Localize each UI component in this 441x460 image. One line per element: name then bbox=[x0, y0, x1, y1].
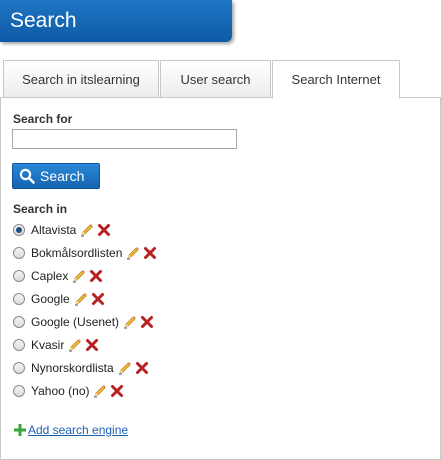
engine-row: Altavista bbox=[13, 221, 111, 239]
delete-x-icon[interactable] bbox=[85, 338, 99, 352]
engine-radio[interactable] bbox=[13, 362, 25, 374]
engine-radio[interactable] bbox=[13, 224, 25, 236]
engine-row: Google (Usenet) bbox=[13, 313, 154, 331]
engine-row: Bokmålsordlisten bbox=[13, 244, 157, 262]
tab-bar: Search in itslearning User search Search… bbox=[0, 60, 441, 99]
delete-x-icon[interactable] bbox=[140, 315, 154, 329]
tab-search-in-itslearning[interactable]: Search in itslearning bbox=[3, 60, 159, 98]
engine-row: Yahoo (no) bbox=[13, 382, 124, 400]
search-internet-panel: Search for Search Search in Altavista Bok… bbox=[0, 97, 441, 460]
engine-radio[interactable] bbox=[13, 293, 25, 305]
delete-x-icon[interactable] bbox=[91, 292, 105, 306]
engine-name: Kvasir bbox=[31, 338, 65, 352]
engine-row: Google bbox=[13, 290, 105, 308]
page-title: Search bbox=[0, 0, 232, 42]
search-in-label: Search in bbox=[13, 202, 68, 216]
engine-row: Kvasir bbox=[13, 336, 99, 354]
engine-name: Bokmålsordlisten bbox=[31, 246, 123, 260]
delete-x-icon[interactable] bbox=[143, 246, 157, 260]
engine-name: Yahoo (no) bbox=[31, 384, 90, 398]
search-button[interactable]: Search bbox=[12, 163, 100, 189]
add-search-engine-link[interactable]: Add search engine bbox=[28, 423, 128, 437]
add-search-engine-row: Add search engine bbox=[14, 423, 128, 437]
search-input[interactable] bbox=[12, 129, 237, 149]
engine-radio[interactable] bbox=[13, 270, 25, 282]
engine-radio[interactable] bbox=[13, 316, 25, 328]
pencil-icon[interactable] bbox=[68, 338, 82, 352]
tab-search-internet[interactable]: Search Internet bbox=[272, 60, 400, 99]
engine-name: Altavista bbox=[31, 223, 77, 237]
engine-name: Nynorskordlista bbox=[31, 361, 114, 375]
delete-x-icon[interactable] bbox=[97, 223, 111, 237]
engine-radio[interactable] bbox=[13, 339, 25, 351]
engine-name: Google bbox=[31, 292, 70, 306]
search-for-label: Search for bbox=[13, 112, 73, 126]
pencil-icon[interactable] bbox=[74, 292, 88, 306]
plus-icon bbox=[14, 424, 26, 436]
pencil-icon[interactable] bbox=[93, 384, 107, 398]
engine-name: Caplex bbox=[31, 269, 69, 283]
delete-x-icon[interactable] bbox=[89, 269, 103, 283]
pencil-icon[interactable] bbox=[123, 315, 137, 329]
delete-x-icon[interactable] bbox=[110, 384, 124, 398]
pencil-icon[interactable] bbox=[118, 361, 132, 375]
pencil-icon[interactable] bbox=[80, 223, 94, 237]
search-button-label: Search bbox=[40, 168, 85, 184]
tab-user-search[interactable]: User search bbox=[160, 60, 271, 98]
engine-row: Caplex bbox=[13, 267, 103, 285]
engine-row: Nynorskordlista bbox=[13, 359, 149, 377]
magnifier-icon bbox=[19, 168, 35, 184]
engine-radio[interactable] bbox=[13, 247, 25, 259]
pencil-icon[interactable] bbox=[126, 246, 140, 260]
delete-x-icon[interactable] bbox=[135, 361, 149, 375]
engine-name: Google (Usenet) bbox=[31, 315, 120, 329]
engine-radio[interactable] bbox=[13, 385, 25, 397]
pencil-icon[interactable] bbox=[72, 269, 86, 283]
